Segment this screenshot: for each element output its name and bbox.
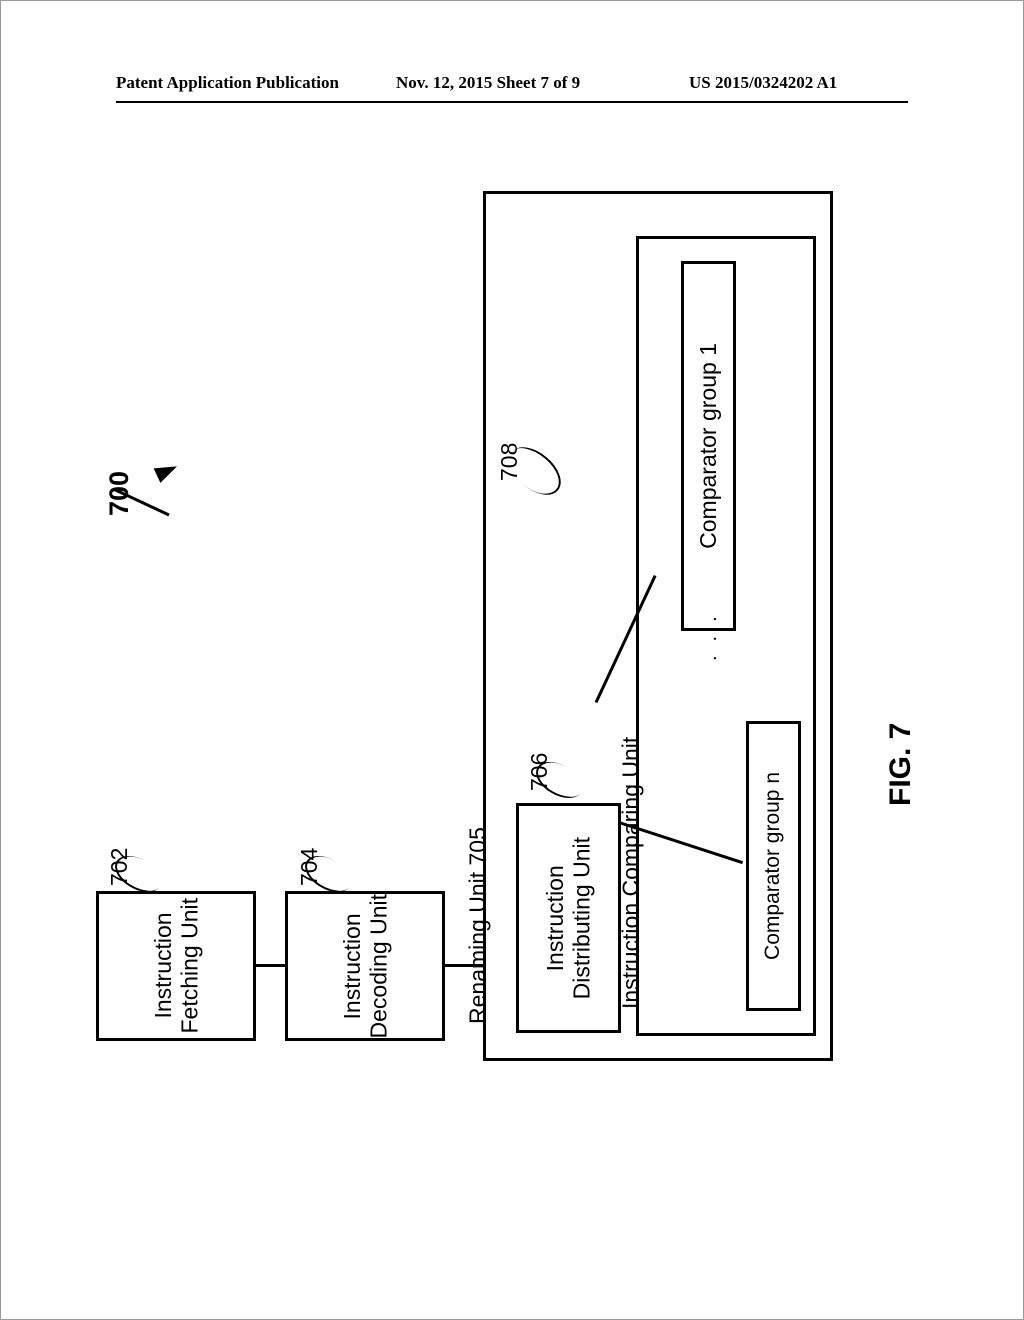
block-fetching: Instruction Fetching Unit [96,891,256,1041]
block-decoding: Instruction Decoding Unit [285,891,445,1041]
figure-caption: FIG. 7 [884,723,918,806]
block-decoding-label: Instruction Decoding Unit [339,894,392,1038]
comparator-group-1-label: Comparator group 1 [695,343,721,549]
comparator-group-n: Comparator group n [746,721,801,1011]
block-distributing-label: Instruction Distributing Unit [542,837,595,999]
conn-fetching-decoding [256,964,285,967]
header-rule [116,101,908,103]
block-fetching-label: Instruction Fetching Unit [150,898,203,1034]
comparator-group-n-label: Comparator group n [761,772,785,960]
diagram: Instruction Fetching Unit 702 Instructio… [191,191,831,1061]
header-mid: Nov. 12, 2015 Sheet 7 of 9 [396,73,580,93]
block-distributing: Instruction Distributing Unit [516,803,621,1033]
comparator-group-1: Comparator group 1 [681,261,736,631]
figure-arrow-head [154,459,181,483]
page: Patent Application Publication Nov. 12, … [0,0,1024,1320]
header-right: US 2015/0324202 A1 [689,73,837,93]
header-left: Patent Application Publication [116,73,339,93]
block-renaming-label: Renaming Unit 705 [465,827,491,1024]
block-comparing-label: Instruction Comparing Unit [618,737,644,1009]
ellipsis: ... [699,602,722,661]
